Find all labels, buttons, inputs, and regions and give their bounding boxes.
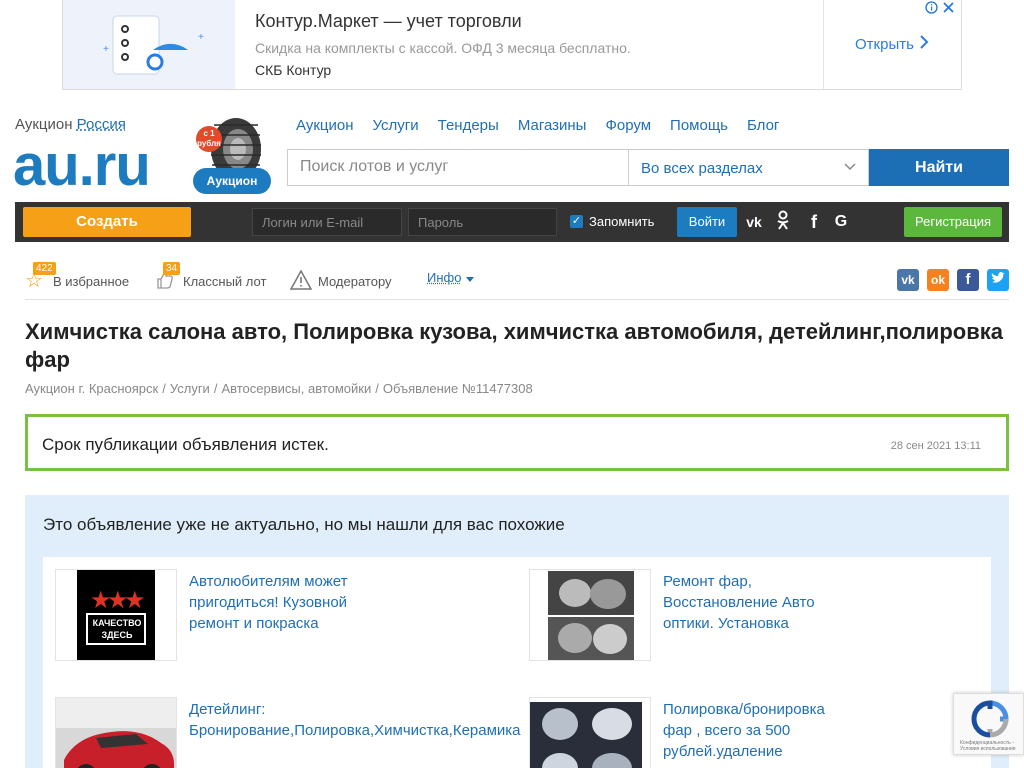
- ad-brand: СКБ Контур: [255, 62, 331, 78]
- ad-banner[interactable]: + + Контур.Маркет — учет торговли Скидка…: [62, 0, 962, 90]
- star-icon: ☆ 422: [25, 270, 47, 292]
- cool-count: 34: [163, 262, 180, 275]
- listing-thumbnail[interactable]: [529, 569, 651, 661]
- listing-title-link[interactable]: Ремонт фар, Восстановление Авто оптики. …: [663, 571, 833, 634]
- region-selector: Аукцион Россия: [15, 116, 126, 133]
- moderator-label: Модератору: [318, 274, 392, 289]
- site-logo[interactable]: au.ru: [13, 134, 150, 198]
- promo-badge: с 1 рубля: [196, 126, 222, 152]
- favorites-count: 422: [33, 262, 56, 275]
- vk-icon[interactable]: vk: [742, 210, 766, 234]
- search-bar: Поиск лотов и услуг Во всех разделах Най…: [287, 149, 1009, 186]
- chevron-right-icon: [920, 35, 929, 53]
- ad-description: Скидка на комплекты с кассой. ОФД 3 меся…: [255, 40, 631, 56]
- nav-help[interactable]: Помощь: [670, 117, 728, 134]
- share-twitter-icon[interactable]: [987, 269, 1009, 291]
- warning-icon: [290, 270, 312, 292]
- similar-listings: Это объявление уже не актуально, но мы н…: [25, 495, 1009, 768]
- listing-thumbnail[interactable]: ★ ★ ★ КАЧЕСТВО ЗДЕСЬ: [55, 569, 177, 661]
- expired-notice: Срок публикации объявления истек. 28 сен…: [25, 414, 1009, 471]
- breadcrumb-item[interactable]: Аукцион г. Красноярск: [25, 381, 158, 396]
- breadcrumb: Аукцион г. Красноярск / Услуги / Автосервисы…: [25, 381, 533, 396]
- odnoklassniki-icon[interactable]: [771, 210, 795, 234]
- search-scope-value: Во всех разделах: [641, 160, 763, 177]
- page-title: Химчистка салона авто, Полировка кузова,…: [25, 318, 1005, 374]
- similar-heading: Это объявление уже не актуально, но мы н…: [43, 515, 565, 535]
- listing-title-link[interactable]: Детейлинг: Бронирование,Полировка,Химчис…: [189, 699, 359, 741]
- recaptcha-text[interactable]: Конфиденциальность - Условия использован…: [960, 740, 1022, 752]
- share-vk-icon[interactable]: vk: [897, 269, 919, 291]
- nav-services[interactable]: Услуги: [373, 117, 419, 134]
- recaptcha-badge[interactable]: Конфиденциальность - Условия использован…: [953, 693, 1024, 755]
- search-button[interactable]: Найти: [869, 149, 1009, 186]
- facebook-icon[interactable]: f: [802, 210, 826, 234]
- recaptcha-icon: [970, 700, 1010, 743]
- create-button[interactable]: Создать: [23, 207, 191, 237]
- svg-text:★: ★: [124, 587, 146, 614]
- login-button[interactable]: Войти: [677, 207, 737, 237]
- caret-down-icon: [466, 270, 474, 285]
- svg-text:+: +: [103, 44, 109, 55]
- auction-prefix: Аукцион: [15, 116, 73, 133]
- listing-thumbnail[interactable]: [55, 697, 177, 768]
- main-nav: Аукцион Услуги Тендеры Магазины Форум По…: [296, 117, 798, 134]
- thumbnail-caption: КАЧЕСТВО ЗДЕСЬ: [90, 617, 144, 641]
- search-input[interactable]: Поиск лотов и услуг: [287, 149, 629, 186]
- ad-title[interactable]: Контур.Маркет — учет торговли: [255, 11, 522, 32]
- similar-grid: ★ ★ ★ КАЧЕСТВО ЗДЕСЬ Автолюбителям может…: [43, 557, 991, 768]
- ad-open-link[interactable]: Открыть: [855, 35, 929, 53]
- search-scope-select[interactable]: Во всех разделах: [629, 149, 869, 186]
- login-input[interactable]: Логин или E-mail: [252, 208, 402, 236]
- user-bar: Создать Логин или E-mail Пароль ✓ Запомн…: [15, 202, 1009, 242]
- info-icon[interactable]: [925, 1, 938, 17]
- close-icon[interactable]: [942, 1, 955, 17]
- ad-image[interactable]: + +: [63, 0, 235, 89]
- breadcrumb-current: Объявление №11477308: [383, 381, 533, 396]
- add-to-favorites[interactable]: ☆ 422 В избранное: [25, 270, 129, 292]
- cool-label: Классный лот: [183, 274, 266, 289]
- nav-blog[interactable]: Блог: [747, 117, 779, 134]
- register-button[interactable]: Регистрация: [904, 207, 1002, 237]
- listing-title-link[interactable]: Автолюбителям может пригодиться! Кузовно…: [189, 571, 359, 634]
- share-odnoklassniki-icon[interactable]: ok: [927, 269, 949, 291]
- expired-date: 28 сен 2021 13:11: [891, 440, 981, 452]
- ad-divider: [823, 0, 824, 89]
- info-label[interactable]: Инфо: [427, 270, 461, 285]
- password-input[interactable]: Пароль: [408, 208, 557, 236]
- auction-promo-label[interactable]: Аукцион: [193, 168, 271, 194]
- breadcrumb-item[interactable]: Автосервисы, автомойки: [221, 381, 371, 396]
- listing-actions: ☆ 422 В избранное 34 Классный лот Модерат…: [25, 262, 1009, 300]
- report-moderator-button[interactable]: Модератору: [290, 270, 392, 292]
- ad-controls: [925, 1, 955, 17]
- expired-message: Срок публикации объявления истек.: [42, 435, 329, 455]
- thumbs-up-icon: 34: [155, 270, 177, 292]
- chevron-down-icon: [844, 160, 856, 174]
- ad-open-label: Открыть: [855, 36, 914, 53]
- remember-checkbox[interactable]: ✓ Запомнить: [570, 214, 654, 229]
- listing-thumbnail[interactable]: [529, 697, 651, 768]
- region-link[interactable]: Россия: [77, 116, 126, 133]
- google-icon[interactable]: G: [829, 210, 853, 234]
- breadcrumb-item[interactable]: Услуги: [170, 381, 210, 396]
- checkbox-checked-icon[interactable]: ✓: [570, 215, 583, 228]
- svg-text:+: +: [198, 32, 204, 43]
- info-dropdown[interactable]: Инфо: [427, 270, 474, 285]
- cool-lot-button[interactable]: 34 Классный лот: [155, 270, 266, 292]
- nav-shops[interactable]: Магазины: [518, 117, 587, 134]
- nav-auction[interactable]: Аукцион: [296, 117, 354, 134]
- remember-label: Запомнить: [589, 214, 654, 229]
- listing-title-link[interactable]: Полировка/бронировка фар , всего за 500 …: [663, 699, 833, 762]
- nav-forum[interactable]: Форум: [605, 117, 651, 134]
- share-facebook-icon[interactable]: f: [957, 269, 979, 291]
- favorites-label: В избранное: [53, 274, 129, 289]
- nav-tenders[interactable]: Тендеры: [438, 117, 499, 134]
